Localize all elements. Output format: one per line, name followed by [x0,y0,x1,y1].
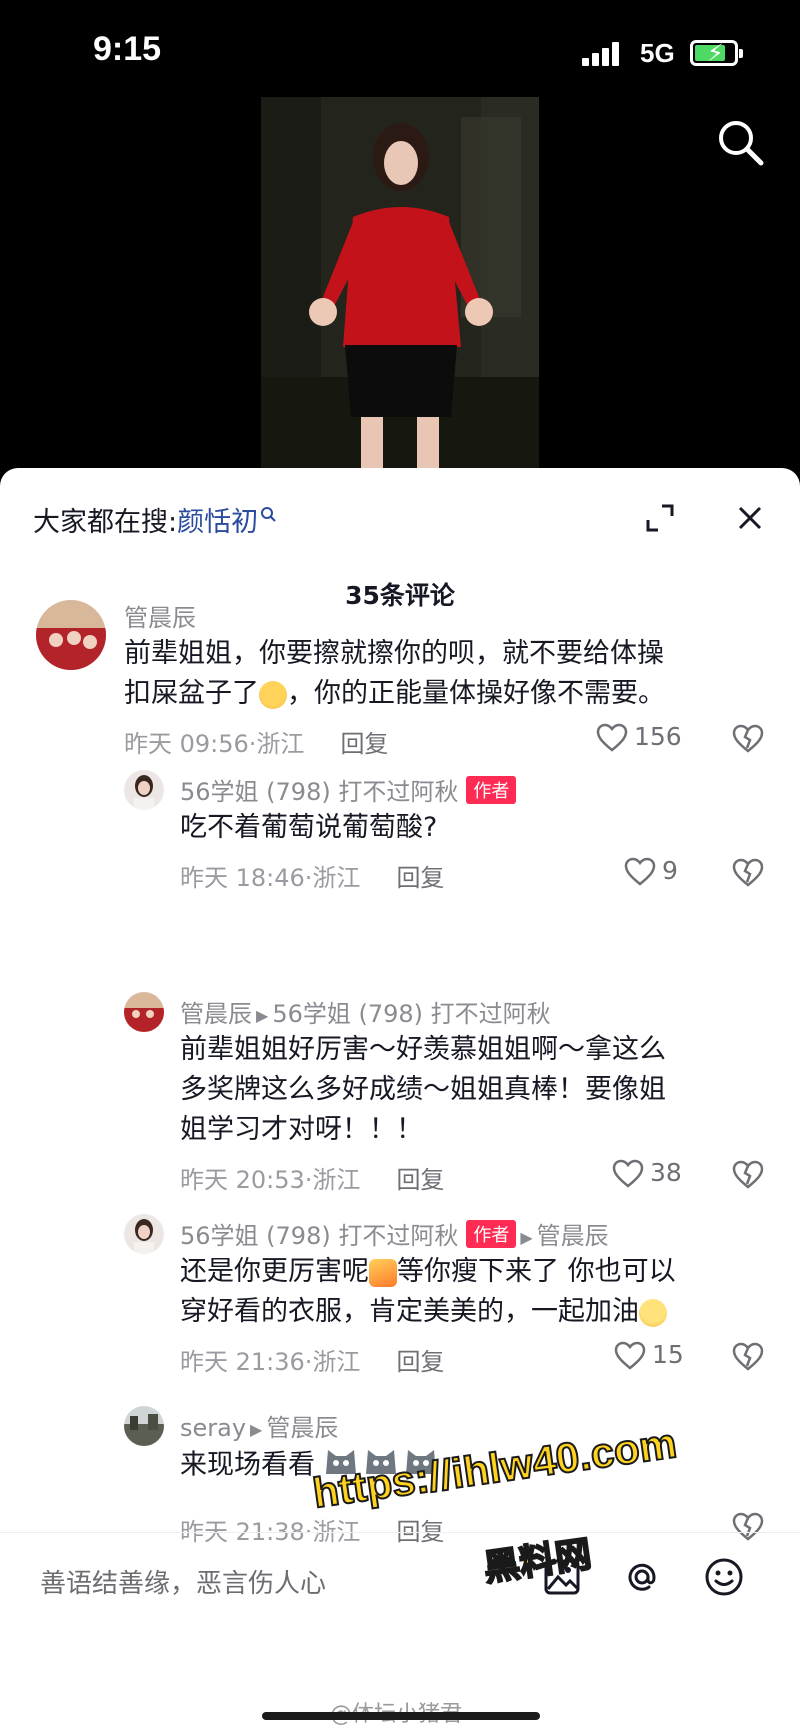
like-count: 156 [634,722,682,751]
comment-region: 浙江 [256,730,305,758]
reply-button[interactable]: 回复 [396,1348,444,1376]
heart-icon [614,1341,646,1370]
reply-arrow-icon: ▶ [256,1005,269,1025]
comment-username: 56学姐 (798) 打不过阿秋 作者 [180,772,517,807]
reply-item: seray ▶ 管晨辰 来现场看看 昨天 21:38·浙江 回复 [0,468,800,1546]
comment-username[interactable]: 管晨辰 [124,598,196,633]
heart-icon [624,857,656,886]
like-count: 38 [650,1158,682,1187]
home-indicator [262,1712,540,1720]
battery-icon: ⚡ [690,39,743,67]
broken-heart-icon[interactable] [732,858,764,892]
network-type: 5G [640,38,675,68]
comment-text-line: 多奖牌这么多好成绩～姐姐真棒！要像姐 [180,1074,666,1105]
comment-text-segment: 扣屎盆子了 [124,678,259,709]
status-bar: 9:15 5G ⚡ [0,0,800,100]
signal-icon [582,42,626,66]
heart-icon [596,723,628,752]
comment-meta: 昨天 20:53·浙江 回复 [180,1166,445,1194]
comment-text: 前辈姐姐好厉害～好羡慕姐姐啊～拿这么 多奖牌这么多好成绩～姐姐真棒！要像姐 姐学… [180,1030,770,1150]
reply-button[interactable]: 回复 [396,864,444,892]
at-icon[interactable] [620,1555,664,1599]
author-badge: 作者 [466,1220,517,1248]
avatar[interactable] [124,770,164,810]
comment-text-line: 扣屎盆子了 ，你的正能量体操好像不需要。 [124,674,774,714]
comment-region: 浙江 [312,864,361,892]
status-time: 9:15 [93,30,162,68]
comment-input[interactable]: 善语结善缘，恶言伤人心 [40,1563,326,1600]
like-button[interactable]: 9 [624,856,678,887]
like-button[interactable]: 156 [596,722,682,753]
comment-meta: 昨天 18:46·浙江 回复 [180,864,445,892]
like-button[interactable]: 15 [614,1340,684,1371]
reply-arrow-icon: ▶ [250,1419,263,1439]
comment-time: 昨天 18:46 [180,864,305,892]
username-text[interactable]: 56学姐 (798) 打不过阿秋 [180,778,458,806]
emoji-icon[interactable] [702,1555,746,1599]
like-count: 15 [652,1340,684,1369]
comment-text-line: 前辈姐姐好厉害～好羡慕姐姐啊～拿这么 [180,1034,666,1065]
comment-time: 昨天 21:36 [180,1348,305,1376]
like-count: 9 [662,856,678,885]
comment-region: 浙江 [312,1348,361,1376]
username-text[interactable]: seray [180,1414,246,1442]
comment-text: 还是你更厉害呢 等你瘦下来了 你也可以 穿好看的衣服，肯定美美的，一起加油 [180,1252,780,1332]
comment-time: 昨天 09:56 [124,730,249,758]
avatar[interactable] [36,600,106,670]
comment-text-segment: 穿好看的衣服，肯定美美的，一起加油 [180,1296,639,1327]
broken-heart-icon[interactable] [732,724,764,758]
comment-text-line: 穿好看的衣服，肯定美美的，一起加油 [180,1292,780,1332]
broken-heart-icon[interactable] [732,1342,764,1376]
avatar[interactable] [124,1406,164,1446]
reply-to-username[interactable]: 管晨辰 [266,1414,338,1442]
reply-to-username[interactable]: 管晨辰 [537,1222,609,1250]
comment-region: 浙江 [312,1166,361,1194]
comment-text-segment: 来现场看看 [180,1449,315,1481]
comment-input-bar: 善语结善缘，恶言伤人心 [0,1532,800,1622]
comment-text-segment: ，你的正能量体操好像不需要。 [287,678,665,709]
comment-time: 昨天 20:53 [180,1166,305,1194]
video-thumbnail[interactable] [261,97,539,468]
comment-username: 56学姐 (798) 打不过阿秋 作者 ▶ 管晨辰 [180,1216,609,1251]
heart-icon [612,1159,644,1188]
search-icon[interactable] [714,116,768,170]
author-badge: 作者 [466,776,517,804]
comment-username: seray ▶ 管晨辰 [180,1408,338,1443]
comment-username: 管晨辰 ▶ 56学姐 (798) 打不过阿秋 [180,994,551,1029]
avatar[interactable] [124,992,164,1032]
comment-item: 管晨辰 前辈姐姐，你要擦就擦你的呗，就不要给体操 扣屎盆子了 ，你的正能量体操好像… [0,468,800,798]
avatar[interactable] [124,1214,164,1254]
comment-meta: 昨天 21:36·浙江 回复 [180,1348,445,1376]
reply-button[interactable]: 回复 [340,730,388,758]
comment-text-line: 还是你更厉害呢 等你瘦下来了 你也可以 [180,1252,780,1292]
reply-to-username[interactable]: 56学姐 (798) 打不过阿秋 [272,1000,550,1028]
comment-text: 吃不着葡萄说葡萄酸? [180,812,438,843]
reply-button[interactable]: 回复 [396,1166,444,1194]
reply-arrow-icon: ▶ [520,1227,533,1247]
crying-emoji-icon [259,680,287,709]
broken-heart-icon[interactable] [732,1160,764,1194]
comment-text-segment: 等你瘦下来了 你也可以 [397,1256,676,1287]
comment-text-line: 姐学习才对呀！！！ [180,1114,423,1145]
thumbs-up-emoji-icon [369,1258,397,1287]
like-button[interactable]: 38 [612,1158,682,1189]
username-text[interactable]: 56学姐 (798) 打不过阿秋 [180,1222,458,1250]
comment-text-line: 前辈姐姐，你要擦就擦你的呗，就不要给体操 [124,638,664,669]
username-text[interactable]: 管晨辰 [180,1000,252,1028]
comment-text: 前辈姐姐，你要擦就擦你的呗，就不要给体操 扣屎盆子了 ，你的正能量体操好像不需要。 [124,634,774,714]
comment-text-segment: 还是你更厉害呢 [180,1256,369,1287]
cheer-emoji-icon [639,1298,667,1327]
comment-meta: 昨天 09:56·浙江 回复 [124,730,389,758]
